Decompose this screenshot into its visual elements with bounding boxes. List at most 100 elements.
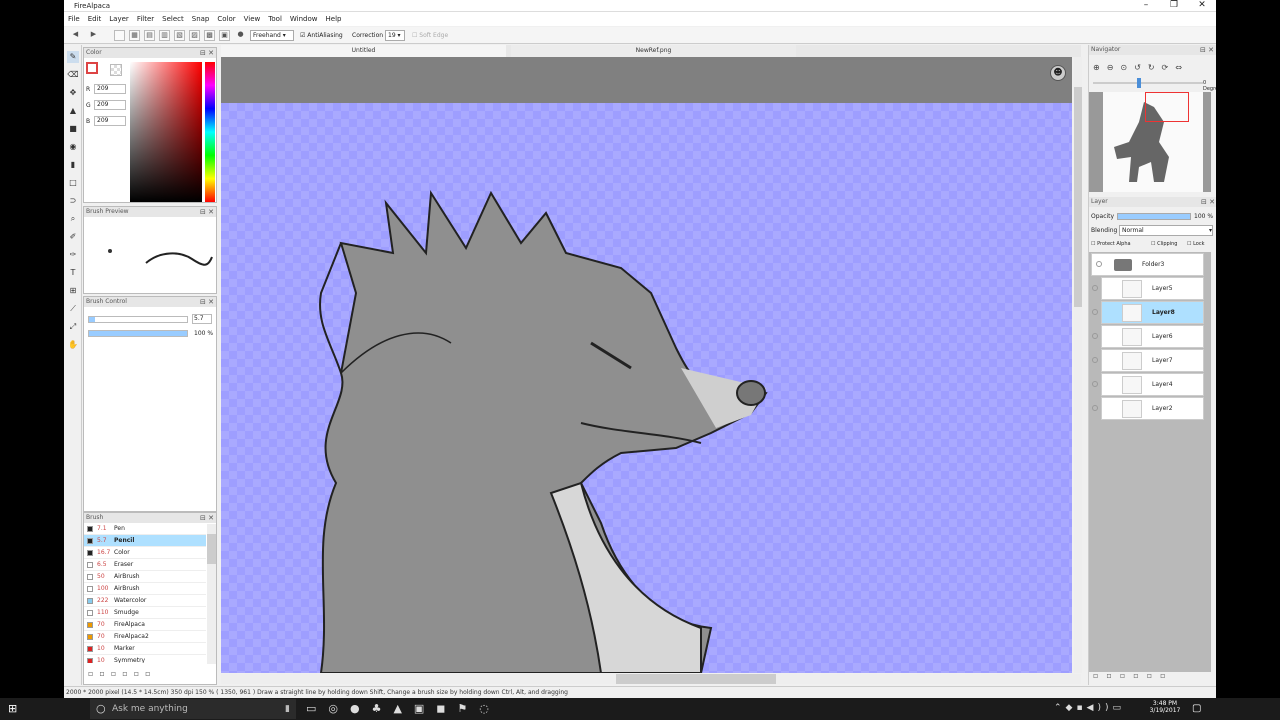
brush-list-item[interactable]: 50 AirBrush <box>84 571 206 583</box>
brush-list-item[interactable]: 70 FireAlpaca <box>84 619 206 631</box>
eyedropper-icon[interactable]: ⤢ <box>67 321 79 333</box>
fill-icon[interactable]: ▲ <box>67 105 79 117</box>
brush-size-field[interactable]: 5.7 <box>192 314 212 324</box>
brush-list-item[interactable]: 5.7 Pencil <box>84 535 206 547</box>
g-field[interactable]: 209 <box>94 100 126 110</box>
tab-untitled[interactable]: Untitled <box>221 45 506 57</box>
clock[interactable]: 3:48 PM 3/19/2017 <box>1148 700 1182 714</box>
correction-select[interactable]: 19 ▾ <box>385 30 405 41</box>
close-icon[interactable]: ⊟ ✕ <box>200 207 214 217</box>
hand-icon[interactable]: ✋ <box>67 339 79 351</box>
close-icon[interactable]: ⊟ ✕ <box>1201 197 1215 207</box>
snap-3d-icon[interactable]: ▩ <box>204 30 215 41</box>
brush-opacity-slider[interactable] <box>88 330 188 337</box>
layer-folder-row[interactable]: Folder3 <box>1091 253 1204 276</box>
brush-list-item[interactable]: 16.7 Color <box>84 547 206 559</box>
close-icon[interactable]: ⊟ ✕ <box>200 297 214 307</box>
brush-list-item[interactable]: 110 Smudge <box>84 607 206 619</box>
close-icon[interactable]: ⊟ ✕ <box>200 513 214 523</box>
transform-icon[interactable]: ⊞ <box>67 285 79 297</box>
pen-icon[interactable]: ✎ <box>67 51 79 63</box>
snap-curve-icon[interactable]: ▨ <box>189 30 200 41</box>
close-icon[interactable]: ✕ <box>1188 0 1216 12</box>
minimize-icon[interactable]: – <box>1132 0 1160 12</box>
visibility-icon[interactable] <box>1092 285 1098 291</box>
lock-checkbox[interactable]: ☐ Lock <box>1187 241 1204 247</box>
brush-size-slider[interactable] <box>88 316 188 323</box>
b-field[interactable]: 209 <box>94 116 126 126</box>
brush-list-item[interactable]: 70 FireAlpaca2 <box>84 631 206 643</box>
menu-help[interactable]: Help <box>326 12 342 26</box>
taskbar-apps[interactable]: ▭◎●♣▲▣◼⚑◌ <box>306 702 501 715</box>
select-icon[interactable]: □ <box>67 177 79 189</box>
text-icon[interactable]: T <box>67 267 79 279</box>
color-picker-square[interactable] <box>130 62 202 202</box>
drawing-canvas[interactable]: ☻ <box>221 57 1072 673</box>
brush-list-item[interactable]: 10 Marker <box>84 643 206 655</box>
menu-snap[interactable]: Snap <box>192 12 210 26</box>
tab-newref[interactable]: NewRef.png <box>511 45 796 57</box>
mode-select[interactable]: Freehand ▾ <box>250 30 294 41</box>
prev-icon[interactable]: ◀ <box>70 30 81 41</box>
next-icon[interactable]: ▶ <box>88 30 99 41</box>
navigator-viewport[interactable] <box>1145 92 1189 122</box>
menu-view[interactable]: View <box>244 12 261 26</box>
blending-select[interactable]: Normal ▾ <box>1119 225 1213 236</box>
system-tray-icons[interactable]: ⌃◆▪◀))▭ <box>1054 703 1125 713</box>
select-eraser-icon[interactable]: ✑ <box>67 249 79 261</box>
close-icon[interactable]: ⊟ ✕ <box>200 48 214 58</box>
snap-settings-icon[interactable]: ▣ <box>219 30 230 41</box>
layer-row[interactable]: Layer6 <box>1092 325 1204 348</box>
brush-panel-actions[interactable]: ▫▫▫▫▫▫ <box>88 669 157 678</box>
select-pen-icon[interactable]: ✐ <box>67 231 79 243</box>
search-box[interactable]: ○ Ask me anything ▮ <box>90 699 296 719</box>
layer-actions[interactable]: ▫▫▫▫▫▫ <box>1093 671 1174 680</box>
visibility-icon[interactable] <box>1092 309 1098 315</box>
layer-row[interactable]: Layer7 <box>1092 349 1204 372</box>
antialias-checkbox[interactable]: ☑ AntiAliasing <box>300 30 343 41</box>
r-field[interactable]: 209 <box>94 84 126 94</box>
menu-window[interactable]: Window <box>290 12 318 26</box>
eraser-icon[interactable]: ⌫ <box>67 69 79 81</box>
brush-list-scrollbar[interactable] <box>207 524 216 664</box>
menu-layer[interactable]: Layer <box>109 12 129 26</box>
clipping-checkbox[interactable]: ☐ Clipping <box>1151 241 1177 247</box>
visibility-icon[interactable] <box>1092 381 1098 387</box>
menu-tool[interactable]: Tool <box>268 12 282 26</box>
brush-list-item[interactable]: 10 Symmetry <box>84 655 206 663</box>
brush-list-item[interactable]: 6.5 Eraser <box>84 559 206 571</box>
brush-list-item[interactable]: 7.1 Pen <box>84 523 206 535</box>
layer-row[interactable]: Layer2 <box>1092 397 1204 420</box>
menu-select[interactable]: Select <box>162 12 184 26</box>
snap-radial-icon[interactable]: ▥ <box>159 30 170 41</box>
secondary-color-swatch[interactable] <box>110 64 122 76</box>
hue-slider[interactable] <box>205 62 215 202</box>
restore-icon[interactable]: ❐ <box>1160 0 1188 12</box>
protect-alpha-checkbox[interactable]: ☐ Protect Alpha <box>1091 241 1131 247</box>
brush-list-item[interactable]: 100 AirBrush <box>84 583 206 595</box>
brush-icon[interactable]: ⟋ <box>67 303 79 315</box>
brush-list-item[interactable]: 222 Watercolor <box>84 595 206 607</box>
windows-start-icon[interactable]: ⊞ <box>8 703 20 715</box>
vertical-scrollbar[interactable] <box>1074 57 1082 673</box>
snap-circle-icon[interactable]: ▧ <box>174 30 185 41</box>
horizontal-scrollbar[interactable] <box>221 674 1081 684</box>
magic-wand-icon[interactable]: ⌕ <box>67 213 79 225</box>
menu-file[interactable]: File <box>68 12 80 26</box>
soft-edge-checkbox[interactable]: ☐ Soft Edge <box>412 30 448 41</box>
primary-color-swatch[interactable] <box>86 62 98 74</box>
menu-edit[interactable]: Edit <box>88 12 102 26</box>
visibility-icon[interactable] <box>1092 333 1098 339</box>
notification-icon[interactable]: ▢ <box>1192 703 1204 715</box>
menu-filter[interactable]: Filter <box>137 12 154 26</box>
snap-off-icon[interactable] <box>114 30 125 41</box>
visibility-icon[interactable] <box>1092 405 1098 411</box>
navigator-thumbnail[interactable] <box>1089 92 1211 192</box>
bucket-icon[interactable]: ◉ <box>67 141 79 153</box>
rect-icon[interactable]: ■ <box>67 123 79 135</box>
microphone-icon[interactable]: ▮ <box>285 699 290 719</box>
layer-row[interactable]: Layer8 <box>1092 301 1204 324</box>
layer-row[interactable]: Layer5 <box>1092 277 1204 300</box>
close-icon[interactable]: ⊟ ✕ <box>1200 45 1214 55</box>
navigator-zoom-icons[interactable]: ⊕⊖⊙↺↻⟳⇔ <box>1093 63 1189 72</box>
